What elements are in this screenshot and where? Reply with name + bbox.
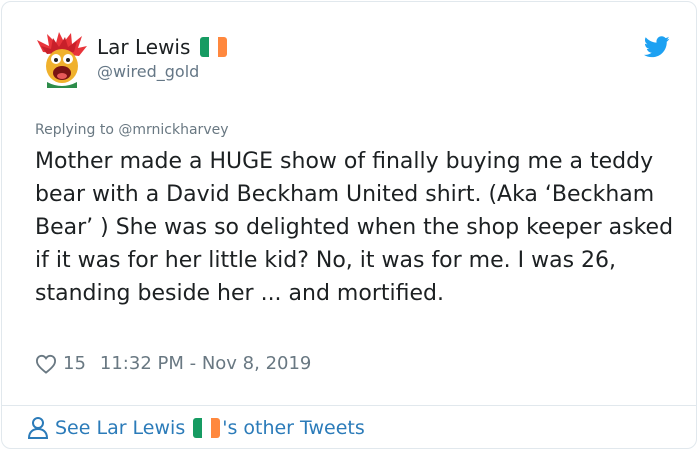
tweet-timestamp[interactable]: 11:32 PM - Nov 8, 2019 [100, 353, 311, 374]
replying-to: Replying to @mrnickharvey [35, 122, 229, 138]
twitter-bird-icon[interactable] [644, 36, 670, 58]
like-count[interactable]: 15 [63, 353, 86, 374]
replying-prefix: Replying to [35, 122, 114, 138]
author-name-text: Lar Lewis [97, 35, 191, 59]
ireland-flag-icon [200, 37, 228, 57]
tweet-text: Mother made a HUGE show of finally buyin… [35, 149, 674, 306]
footer-divider [2, 405, 696, 406]
replying-to-mention[interactable]: @mrnickharvey [118, 122, 228, 138]
author-avatar[interactable] [37, 32, 87, 88]
footer-prefix: See Lar Lewis [55, 417, 186, 439]
tweet-meta: 15 11:32 PM - Nov 8, 2019 [35, 353, 311, 374]
heart-icon[interactable] [35, 354, 57, 374]
author-name[interactable]: Lar Lewis [97, 35, 228, 59]
author-handle[interactable]: @wired_gold [97, 62, 199, 81]
ireland-flag-icon [193, 418, 221, 438]
see-other-tweets-link[interactable]: See Lar Lewis 's other Tweets [27, 416, 365, 440]
tweet-card: Lar Lewis @wired_gold Replying to @mrnic… [1, 1, 697, 449]
person-icon [27, 417, 49, 439]
footer-suffix: 's other Tweets [222, 417, 365, 439]
